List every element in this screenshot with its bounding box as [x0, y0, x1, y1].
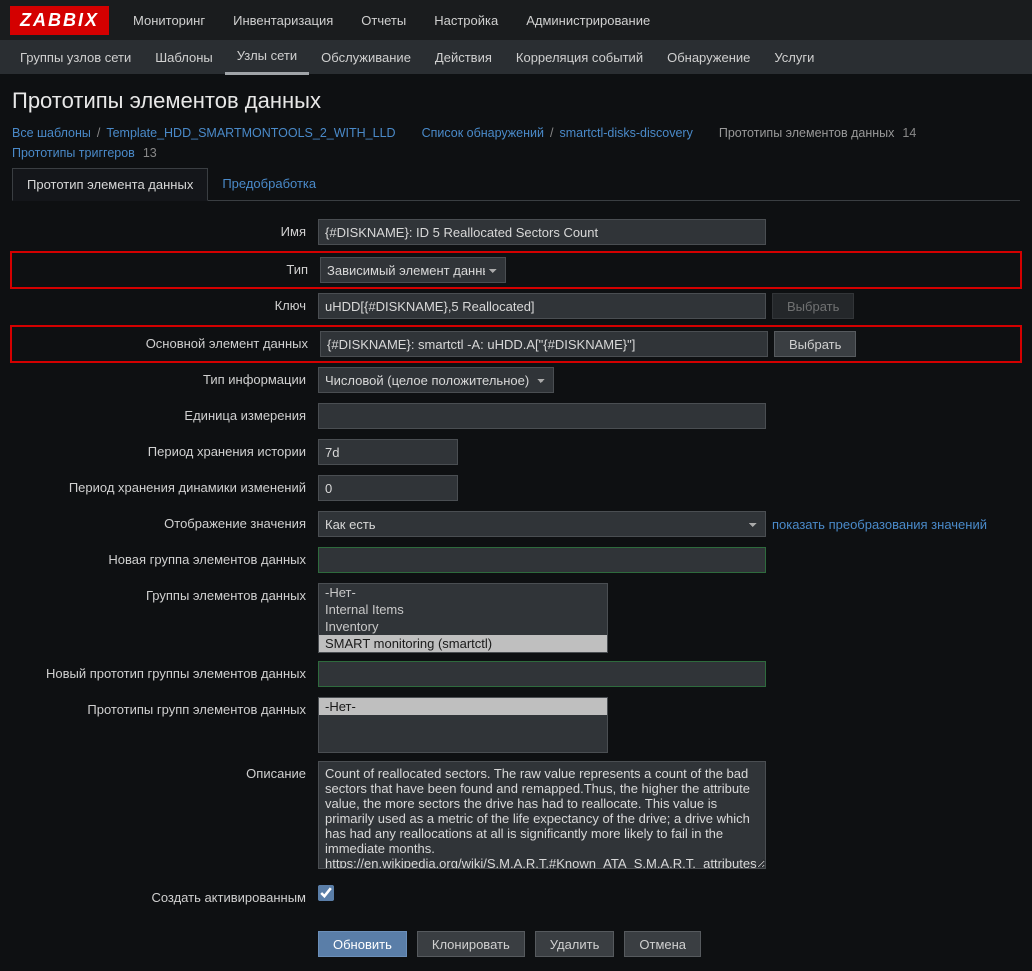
topnav-item[interactable]: Отчеты [347, 1, 420, 40]
breadcrumb-sep: / [97, 126, 100, 140]
list-option[interactable]: SMART monitoring (smartctl) [319, 635, 607, 652]
breadcrumb-link[interactable]: Template_HDD_SMARTMONTOOLS_2_WITH_LLD [106, 126, 395, 140]
breadcrumb-link[interactable]: smartctl-disks-discovery [559, 126, 692, 140]
tab[interactable]: Предобработка [208, 168, 330, 200]
topnav-item[interactable]: Мониторинг [119, 1, 219, 40]
form-actions: Обновить Клонировать Удалить Отмена [318, 931, 1020, 957]
tab[interactable]: Прототип элемента данных [12, 168, 208, 201]
info-type-select[interactable]: Числовой (целое положительное) [318, 367, 554, 393]
row-units: Единица измерения [12, 403, 1020, 431]
history-input[interactable] [318, 439, 458, 465]
row-new-app: Новая группа элементов данных [12, 547, 1020, 575]
topnav-item[interactable]: Настройка [420, 1, 512, 40]
list-option[interactable]: Inventory [319, 618, 607, 635]
row-key: Ключ Выбрать [12, 293, 1020, 321]
app-protos-listbox[interactable]: -Нет- [318, 697, 608, 753]
list-option[interactable]: -Нет- [319, 698, 607, 715]
row-valuemap: Отображение значения Как есть показать п… [12, 511, 1020, 539]
row-apps: Группы элементов данных -Нет-Internal It… [12, 583, 1020, 653]
row-master: Основной элемент данных Выбрать [10, 325, 1022, 363]
label-enabled: Создать активированным [12, 885, 318, 905]
subnav-item[interactable]: Обслуживание [309, 41, 423, 74]
subnav-item[interactable]: Шаблоны [143, 41, 225, 74]
label-new-app-proto: Новый прототип группы элементов данных [12, 661, 318, 681]
top-nav: МониторингИнвентаризацияОтчетыНастройкаА… [119, 1, 664, 40]
breadcrumb-count: 14 [902, 126, 916, 140]
subnav-item[interactable]: Узлы сети [225, 39, 309, 75]
breadcrumb-current: Прототипы элементов данных [719, 126, 895, 140]
page-title: Прототипы элементов данных [12, 88, 1020, 114]
row-enabled: Создать активированным [12, 885, 1020, 913]
key-input[interactable] [318, 293, 766, 319]
cancel-button[interactable]: Отмена [624, 931, 701, 957]
row-new-app-proto: Новый прототип группы элементов данных [12, 661, 1020, 689]
subnav-item[interactable]: Обнаружение [655, 41, 762, 74]
breadcrumb-link[interactable]: Все шаблоны [12, 126, 91, 140]
master-select-button[interactable]: Выбрать [774, 331, 856, 357]
label-valuemap: Отображение значения [12, 511, 318, 531]
topnav-item[interactable]: Администрирование [512, 1, 664, 40]
update-button[interactable]: Обновить [318, 931, 407, 957]
top-bar: ZABBIX МониторингИнвентаризацияОтчетыНас… [0, 0, 1032, 40]
show-valuemaps-link[interactable]: показать преобразования значений [772, 517, 987, 532]
label-new-app: Новая группа элементов данных [12, 547, 318, 567]
type-select[interactable]: Зависимый элемент данных [320, 257, 506, 283]
tabs: Прототип элемента данныхПредобработка [12, 168, 1020, 201]
row-name: Имя [12, 219, 1020, 247]
description-textarea[interactable]: Count of reallocated sectors. The raw va… [318, 761, 766, 869]
row-app-protos: Прототипы групп элементов данных -Нет- [12, 697, 1020, 753]
subnav-item[interactable]: Услуги [762, 41, 826, 74]
new-app-proto-input[interactable] [318, 661, 766, 687]
key-select-button: Выбрать [772, 293, 854, 319]
units-input[interactable] [318, 403, 766, 429]
label-app-protos: Прототипы групп элементов данных [12, 697, 318, 717]
apps-listbox[interactable]: -Нет-Internal ItemsInventorySMART monito… [318, 583, 608, 653]
label-history: Период хранения истории [12, 439, 318, 459]
enabled-checkbox[interactable] [318, 885, 334, 901]
subnav-item[interactable]: Корреляция событий [504, 41, 655, 74]
breadcrumb-sep: / [550, 126, 553, 140]
list-option[interactable]: Internal Items [319, 601, 607, 618]
logo[interactable]: ZABBIX [10, 6, 109, 35]
row-type: Тип Зависимый элемент данных [10, 251, 1022, 289]
clone-button[interactable]: Клонировать [417, 931, 525, 957]
label-name: Имя [12, 219, 318, 239]
row-info-type: Тип информации Числовой (целое положител… [12, 367, 1020, 395]
row-history: Период хранения истории [12, 439, 1020, 467]
delete-button[interactable]: Удалить [535, 931, 615, 957]
topnav-item[interactable]: Инвентаризация [219, 1, 347, 40]
row-trends: Период хранения динамики изменений [12, 475, 1020, 503]
new-app-input[interactable] [318, 547, 766, 573]
label-apps: Группы элементов данных [12, 583, 318, 603]
label-trends: Период хранения динамики изменений [12, 475, 318, 495]
valuemap-select[interactable]: Как есть [318, 511, 766, 537]
label-units: Единица измерения [12, 403, 318, 423]
breadcrumb-link[interactable]: Список обнаружений [422, 126, 544, 140]
label-description: Описание [12, 761, 318, 781]
label-info-type: Тип информации [12, 367, 318, 387]
breadcrumb-count: 13 [143, 146, 157, 160]
master-input[interactable] [320, 331, 768, 357]
breadcrumb: Все шаблоны / Template_HDD_SMARTMONTOOLS_2… [12, 126, 1020, 160]
trends-input[interactable] [318, 475, 458, 501]
sub-nav: Группы узлов сетиШаблоныУзлы сетиОбслужи… [0, 40, 1032, 74]
label-key: Ключ [12, 293, 318, 313]
name-input[interactable] [318, 219, 766, 245]
label-master: Основной элемент данных [14, 331, 320, 351]
breadcrumb-link[interactable]: Прототипы триггеров [12, 146, 135, 160]
label-type: Тип [14, 257, 320, 277]
row-description: Описание Count of reallocated sectors. T… [12, 761, 1020, 869]
list-option[interactable]: -Нет- [319, 584, 607, 601]
item-prototype-form: Имя Тип Зависимый элемент данных Ключ Вы… [12, 219, 1020, 957]
subnav-item[interactable]: Группы узлов сети [8, 41, 143, 74]
page-content: Прототипы элементов данных Все шаблоны / T… [0, 74, 1032, 971]
